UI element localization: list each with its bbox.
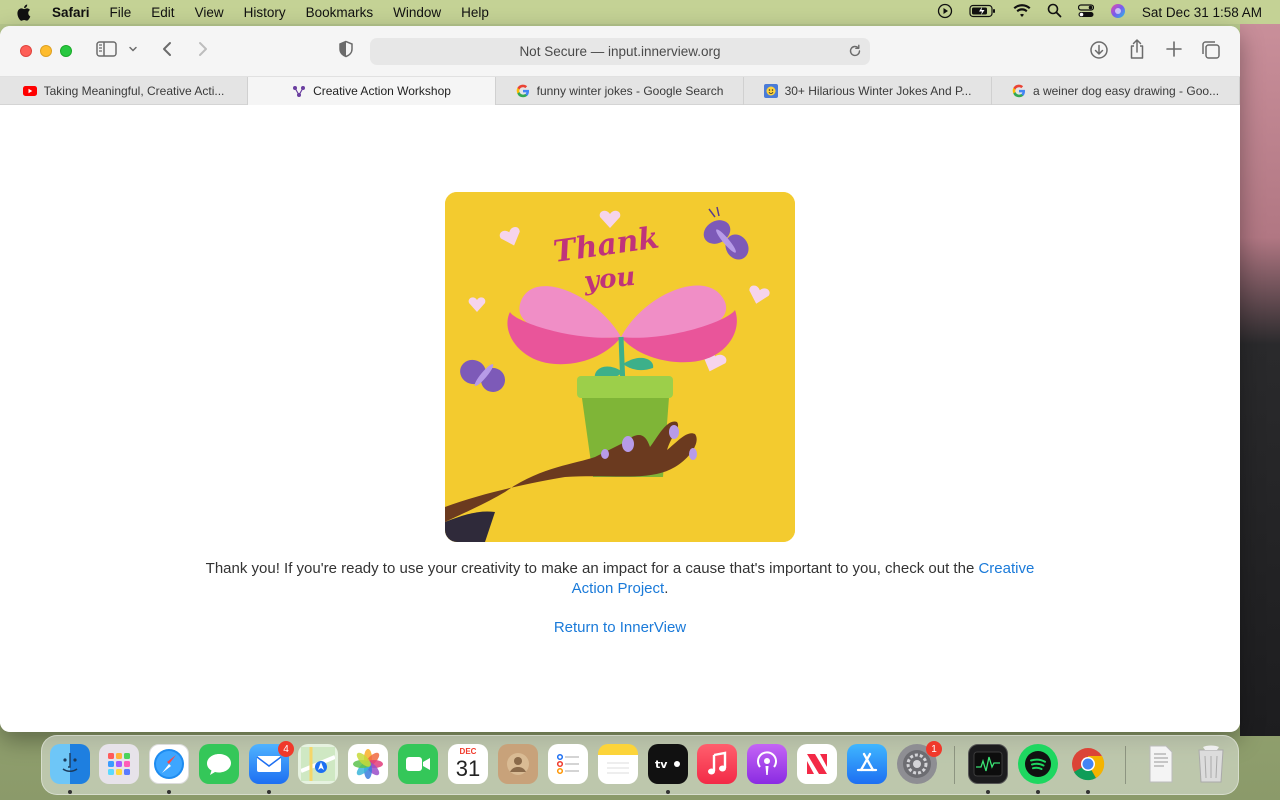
tab-label: funny winter jokes - Google Search (536, 84, 724, 98)
finder-icon[interactable] (50, 744, 90, 784)
tab-label: a weiner dog easy drawing - Goo... (1032, 84, 1220, 98)
play-status-icon[interactable] (937, 3, 953, 22)
menu-history[interactable]: History (244, 5, 286, 20)
menu-window[interactable]: Window (393, 5, 441, 20)
system-settings-icon[interactable]: 1 (897, 741, 942, 784)
thank-you-illustration: Thank you (445, 192, 795, 542)
menu-safari[interactable]: Safari (52, 5, 90, 20)
calendar-icon[interactable]: DEC 31 (448, 744, 488, 784)
reminders-icon[interactable] (548, 744, 588, 784)
tab-youtube[interactable]: Taking Meaningful, Creative Acti... (0, 77, 248, 105)
dock-separator (1125, 746, 1126, 784)
menu-file[interactable]: File (110, 5, 132, 20)
wifi-icon[interactable] (1013, 3, 1031, 21)
tab-label: 30+ Hilarious Winter Jokes And P... (784, 84, 972, 98)
share-icon[interactable] (1128, 38, 1146, 60)
zoom-window-button[interactable] (60, 45, 72, 57)
safari-app-icon[interactable] (149, 744, 189, 784)
messages-icon[interactable] (199, 744, 239, 784)
address-bar[interactable]: Not Secure — input.innerview.org (370, 38, 870, 65)
sidebar-toggle-icon[interactable] (96, 40, 118, 58)
trash-icon[interactable] (1191, 744, 1231, 784)
maps-icon[interactable] (298, 744, 338, 784)
thank-you-message: Thank you! If you're ready to use your c… (200, 559, 1040, 599)
tab-label: Creative Action Workshop (313, 84, 451, 98)
contacts-icon[interactable] (498, 744, 538, 784)
podcasts-icon[interactable] (747, 744, 787, 784)
menu-view[interactable]: View (195, 5, 224, 20)
return-to-innerview-link[interactable]: Return to InnerView (0, 619, 1240, 636)
privacy-shield-icon[interactable] (338, 40, 354, 58)
apple-tv-icon[interactable]: tv (648, 744, 688, 784)
news-icon[interactable] (797, 744, 837, 784)
reload-icon[interactable] (848, 44, 862, 61)
launchpad-icon[interactable] (99, 744, 139, 784)
emoji-site-icon (763, 84, 778, 98)
running-indicator (1086, 790, 1090, 794)
running-indicator (666, 790, 670, 794)
control-center-icon[interactable] (1077, 3, 1095, 21)
activity-monitor-icon[interactable] (968, 744, 1008, 784)
menu-bar: Safari File Edit View History Bookmarks … (0, 0, 1280, 24)
chrome-icon[interactable] (1068, 744, 1108, 784)
window-controls (20, 45, 72, 57)
menubar-clock[interactable]: Sat Dec 31 1:58 AM (1142, 5, 1262, 20)
spotify-icon[interactable] (1018, 744, 1058, 784)
svg-text:you: you (582, 262, 637, 297)
music-icon[interactable] (697, 744, 737, 784)
tab-label: Taking Meaningful, Creative Acti... (43, 84, 225, 98)
tab-group-chevron-icon[interactable] (128, 44, 138, 54)
tab-weiner-dog-drawing[interactable]: a weiner dog easy drawing - Goo... (992, 77, 1240, 105)
menu-bookmarks[interactable]: Bookmarks (306, 5, 374, 20)
forward-arrow-icon[interactable] (196, 40, 210, 58)
back-arrow-icon[interactable] (160, 40, 174, 58)
downloads-icon[interactable] (1089, 40, 1109, 60)
mail-icon[interactable]: 4 (249, 741, 294, 784)
running-indicator (68, 790, 72, 794)
siri-icon[interactable] (1110, 3, 1126, 22)
notes-icon[interactable] (598, 744, 638, 784)
google-icon (516, 84, 530, 98)
new-tab-icon[interactable] (1165, 40, 1183, 58)
tab-creative-action-workshop[interactable]: Creative Action Workshop (248, 77, 496, 105)
menu-edit[interactable]: Edit (151, 5, 174, 20)
spotlight-search-icon[interactable] (1047, 3, 1062, 21)
mail-badge: 4 (278, 741, 294, 757)
youtube-icon (22, 84, 37, 98)
facetime-icon[interactable] (398, 744, 438, 784)
running-indicator (1036, 790, 1040, 794)
tab-overview-icon[interactable] (1201, 40, 1221, 60)
menu-help[interactable]: Help (461, 5, 489, 20)
close-window-button[interactable] (20, 45, 32, 57)
google-icon (1012, 84, 1026, 98)
settings-badge: 1 (926, 741, 942, 757)
svg-text:tv: tv (655, 758, 668, 771)
document-icon[interactable] (1141, 744, 1181, 784)
dock-separator (954, 746, 955, 784)
desktop-background (1240, 24, 1280, 736)
tab-hilarious-winter-jokes[interactable]: 30+ Hilarious Winter Jokes And P... (744, 77, 992, 105)
running-indicator (167, 790, 171, 794)
address-bar-text: Not Secure — input.innerview.org (519, 44, 721, 59)
battery-icon[interactable] (969, 4, 997, 21)
dock: 4 DEC 31 tv 1 (41, 735, 1239, 795)
innerview-icon (292, 84, 306, 98)
running-indicator (986, 790, 990, 794)
page-content: Thank you Thank you! If you're ready to … (0, 105, 1240, 731)
message-text: Thank you! If you're ready to use your c… (205, 560, 979, 577)
photos-icon[interactable] (348, 744, 388, 784)
safari-window: Not Secure — input.innerview.org Taking … (0, 26, 1240, 732)
running-indicator (267, 790, 271, 794)
tab-bar: Taking Meaningful, Creative Acti... Crea… (0, 77, 1240, 105)
tab-funny-winter-jokes[interactable]: funny winter jokes - Google Search (496, 77, 744, 105)
message-suffix: . (664, 580, 669, 597)
apple-menu-icon[interactable] (16, 4, 38, 21)
calendar-day: 31 (455, 756, 481, 781)
minimize-window-button[interactable] (40, 45, 52, 57)
browser-toolbar: Not Secure — input.innerview.org (0, 26, 1240, 77)
app-store-icon[interactable] (847, 744, 887, 784)
